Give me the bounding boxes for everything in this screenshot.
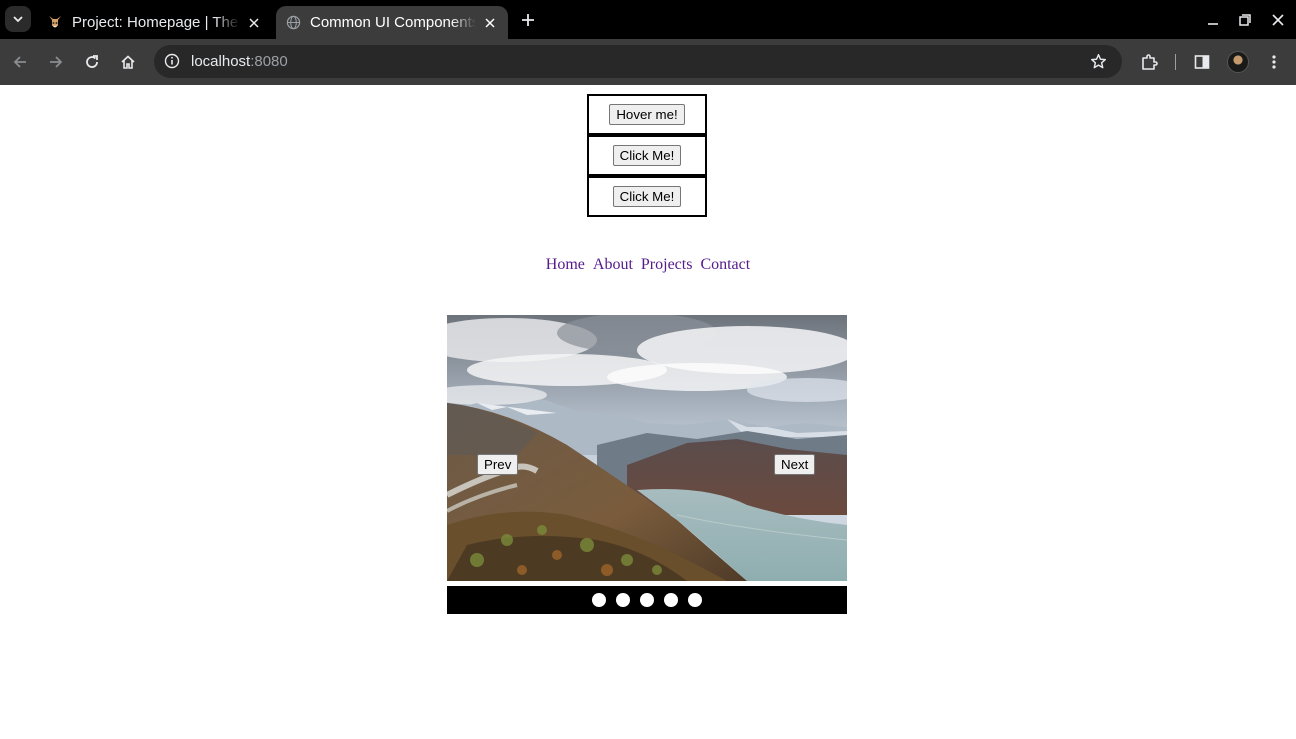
reload-button[interactable] — [80, 50, 104, 74]
plus-icon — [522, 14, 534, 26]
new-tab-button[interactable] — [517, 9, 539, 31]
close-tab-icon[interactable] — [244, 13, 264, 33]
browser-menu-button[interactable] — [1262, 50, 1286, 74]
carousel-prev-button[interactable]: Prev — [477, 454, 519, 475]
carousel-dot[interactable] — [688, 593, 702, 607]
toolbar-separator — [1175, 54, 1176, 70]
close-icon — [1272, 14, 1284, 26]
bookmark-star-icon[interactable] — [1088, 51, 1108, 71]
close-window-button[interactable] — [1267, 9, 1289, 31]
carousel-dot[interactable] — [664, 593, 678, 607]
click-me-button[interactable]: Click Me! — [612, 186, 682, 207]
tab-search-button[interactable] — [5, 6, 31, 32]
browser-toolbar: localhost:8080 — [0, 39, 1296, 85]
tab-title: Common UI Components — [310, 14, 476, 31]
nav-link-about[interactable]: About — [593, 256, 633, 273]
back-button[interactable] — [8, 50, 32, 74]
minimize-button[interactable] — [1202, 9, 1224, 31]
arrow-left-icon — [13, 56, 26, 68]
chevron-down-icon — [13, 16, 23, 23]
hover-button-container: Hover me! — [587, 94, 707, 135]
url-host: localhost — [191, 53, 251, 70]
side-panel-button[interactable] — [1190, 50, 1214, 74]
hover-me-button[interactable]: Hover me! — [609, 104, 685, 125]
carousel-slide-image — [447, 315, 847, 581]
reload-icon — [86, 55, 98, 68]
arrow-right-icon — [50, 56, 63, 68]
profile-avatar[interactable] — [1227, 51, 1249, 73]
odin-favicon-icon — [47, 15, 63, 31]
site-info-icon[interactable] — [162, 51, 182, 71]
click-button-container: Click Me! — [587, 135, 707, 176]
nav-link-projects[interactable]: Projects — [641, 256, 693, 273]
click-me-button[interactable]: Click Me! — [612, 145, 682, 166]
maximize-button[interactable] — [1234, 9, 1256, 31]
kebab-menu-icon — [1272, 55, 1276, 69]
address-bar[interactable]: localhost:8080 — [154, 45, 1122, 78]
nav-menu: Home About Projects Contact — [0, 256, 1296, 274]
minimize-icon — [1208, 23, 1218, 25]
puzzle-icon — [1142, 54, 1158, 70]
carousel-dot-navigation — [447, 586, 847, 614]
carousel-dot[interactable] — [592, 593, 606, 607]
side-panel-icon — [1194, 55, 1210, 69]
nav-link-home[interactable]: Home — [546, 256, 585, 273]
page-viewport: Hover me! Click Me! Click Me! Home About… — [0, 85, 1296, 739]
carousel-dot[interactable] — [616, 593, 630, 607]
restore-icon — [1239, 14, 1251, 26]
forward-button[interactable] — [44, 50, 68, 74]
url-text: localhost:8080 — [191, 53, 288, 70]
nav-link-contact[interactable]: Contact — [700, 256, 750, 273]
home-icon — [121, 55, 135, 69]
image-carousel: Prev Next — [447, 315, 847, 581]
close-tab-icon[interactable] — [480, 13, 500, 33]
tab-title: Project: Homepage | The Odin Project — [72, 14, 240, 31]
carousel-next-button[interactable]: Next — [774, 454, 816, 475]
click-button-container: Click Me! — [587, 176, 707, 217]
globe-icon — [285, 15, 301, 31]
browser-tab-strip: Project: Homepage | The Odin Project Com… — [0, 0, 1296, 39]
url-port: :8080 — [250, 53, 288, 70]
carousel-dot[interactable] — [640, 593, 654, 607]
home-button[interactable] — [116, 50, 140, 74]
tab-common-ui-components[interactable]: Common UI Components — [276, 6, 508, 39]
tab-odin-project[interactable]: Project: Homepage | The Odin Project — [38, 6, 272, 39]
extensions-button[interactable] — [1137, 50, 1161, 74]
